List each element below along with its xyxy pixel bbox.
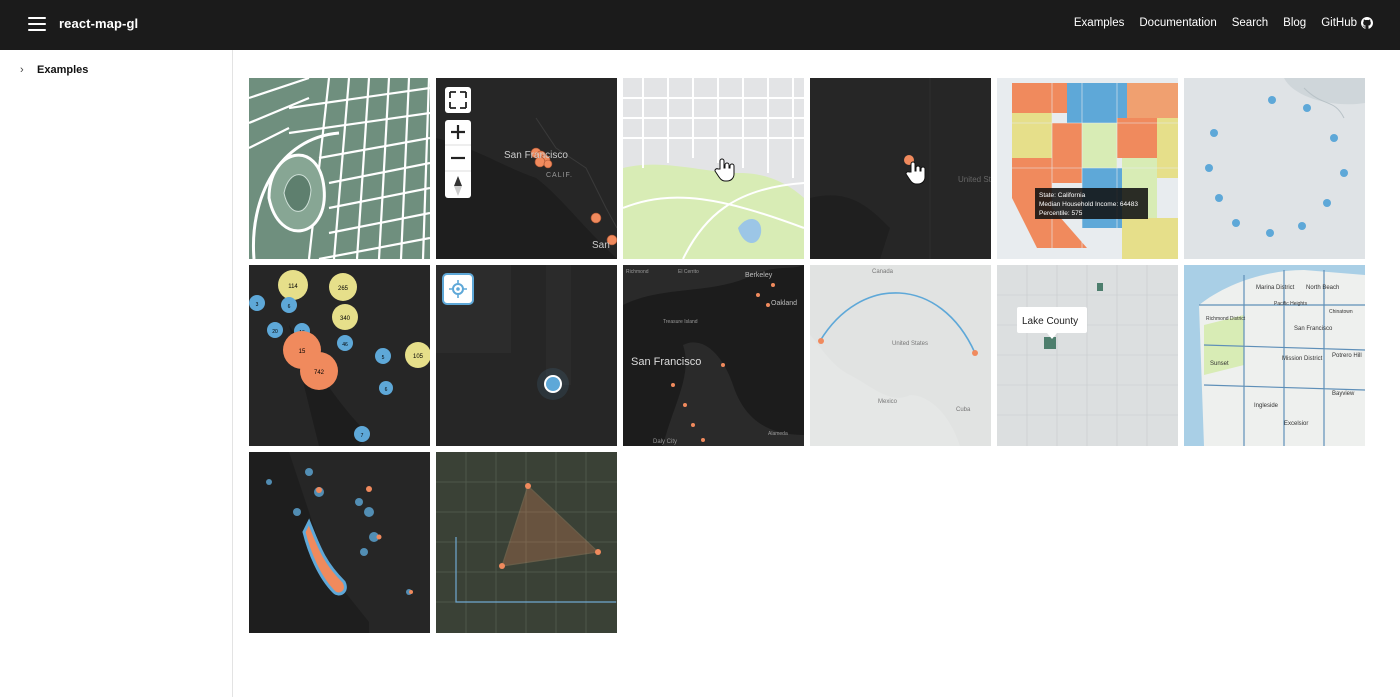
district-label: Chinatown — [1329, 309, 1353, 315]
district-label: Bayview — [1332, 391, 1355, 397]
country-label: United States — [958, 175, 991, 184]
district-label: Pacific Heights — [1274, 301, 1308, 307]
cluster-count: 105 — [413, 354, 424, 360]
nav-github[interactable]: GitHub — [1321, 17, 1373, 29]
top-navbar: react-map-gl Examples Documentation Sear… — [0, 0, 1400, 50]
example-tile-draw-polygon[interactable] — [436, 452, 617, 633]
arc-thumbnail: Canada United States Mexico Cuba — [810, 265, 991, 446]
draggable-marker-thumbnail: United States — [810, 78, 991, 259]
nav-search[interactable]: Search — [1232, 17, 1268, 29]
tooltip-income: Median Household Income: 64483 — [1039, 201, 1138, 208]
cluster-count: 6 — [288, 304, 291, 310]
animation-thumbnail — [1184, 78, 1365, 259]
district-label: Marina District — [1256, 285, 1295, 291]
github-icon — [1361, 17, 1373, 29]
hamburger-menu-icon[interactable] — [28, 16, 46, 32]
cluster-count: 15 — [299, 349, 306, 355]
city-partial-label: San — [592, 240, 610, 251]
example-tile-controls[interactable]: San Francisco CALIF. San — [436, 78, 617, 259]
clusters-thumbnail: 114 265 340 3 6 20 16 15 46 742 5 105 6 … — [249, 265, 430, 446]
tooltip-state: State: California — [1039, 192, 1086, 199]
example-tile-sf-map[interactable]: Marina District North Beach San Francisc… — [1184, 265, 1365, 446]
place-label: Treasure Island — [663, 319, 698, 325]
cluster-count: 7 — [361, 433, 364, 439]
chevron-right-icon: › — [20, 64, 24, 76]
nav-examples[interactable]: Examples — [1074, 17, 1125, 29]
cluster-count: 46 — [342, 342, 348, 348]
example-tile-animation[interactable] — [1184, 78, 1365, 259]
city-label: San Francisco — [504, 150, 568, 161]
choropleth-thumbnail: State: California Median Household Incom… — [997, 78, 1178, 259]
example-tile-choropleth[interactable]: State: California Median Household Incom… — [997, 78, 1178, 259]
example-tile-draggable-marker[interactable]: United States — [810, 78, 991, 259]
district-label: Sunset — [1210, 361, 1229, 367]
example-tile-geolocation[interactable] — [436, 265, 617, 446]
example-tile-filter[interactable]: Lake County — [997, 265, 1178, 446]
state-label: CALIF. — [546, 172, 573, 179]
brand-title[interactable]: react-map-gl — [59, 16, 138, 31]
district-label: San Francisco — [1294, 326, 1333, 332]
filter-thumbnail: Lake County — [997, 265, 1178, 446]
district-label: Ingleside — [1254, 403, 1279, 409]
country-label: Canada — [872, 269, 894, 275]
controls-thumbnail: San Francisco CALIF. San — [436, 78, 617, 259]
nav-github-label: GitHub — [1321, 17, 1357, 29]
district-label: Mission District — [1282, 356, 1323, 362]
cluster-count: 742 — [314, 370, 325, 376]
nav-documentation[interactable]: Documentation — [1139, 17, 1216, 29]
cluster-count: 5 — [382, 355, 385, 361]
example-tile-street-map[interactable] — [249, 78, 430, 259]
cluster-count: 3 — [256, 302, 259, 308]
country-label: Cuba — [956, 407, 971, 413]
nav-blog[interactable]: Blog — [1283, 17, 1306, 29]
sidebar-item-examples[interactable]: › Examples — [20, 64, 88, 76]
example-tile-arc[interactable]: Canada United States Mexico Cuba — [810, 265, 991, 446]
example-tile-interaction[interactable] — [623, 78, 804, 259]
city-label: San Francisco — [631, 356, 701, 368]
district-label: Excelsior — [1284, 421, 1308, 427]
interaction-thumbnail — [623, 78, 804, 259]
tooltip-percentile: Percentile: 575 — [1039, 210, 1083, 217]
place-label: Oakland — [771, 300, 797, 307]
place-label: Richmond — [626, 269, 649, 275]
country-label: Mexico — [878, 399, 898, 405]
place-label: Daly City — [653, 439, 677, 445]
place-label: El Cerrito — [678, 269, 699, 275]
popup-label: Lake County — [1022, 316, 1078, 327]
heatmap-thumbnail — [249, 452, 430, 633]
cluster-count: 265 — [338, 286, 349, 292]
example-tile-dark-map[interactable]: San Francisco Berkeley Oakland Daly City… — [623, 265, 804, 446]
sidebar-item-label: Examples — [37, 64, 89, 76]
place-label: Berkeley — [745, 272, 773, 279]
sidebar: › Examples — [0, 50, 233, 697]
place-label: Alameda — [768, 431, 788, 437]
nav-links: Examples Documentation Search Blog GitHu… — [1059, 17, 1373, 29]
cluster-count: 114 — [288, 284, 298, 290]
cluster-count: 6 — [385, 387, 388, 393]
dark-map-thumbnail: San Francisco Berkeley Oakland Daly City… — [623, 265, 804, 446]
district-label: Potrero Hill — [1332, 353, 1362, 359]
geolocation-thumbnail — [436, 265, 617, 446]
example-tile-clusters[interactable]: 114 265 340 3 6 20 16 15 46 742 5 105 6 … — [249, 265, 430, 446]
sf-map-thumbnail: Marina District North Beach San Francisc… — [1184, 265, 1365, 446]
example-tile-heatmap[interactable] — [249, 452, 430, 633]
street-map-thumbnail — [249, 78, 430, 259]
country-label: United States — [892, 341, 928, 347]
district-label: North Beach — [1306, 285, 1339, 291]
district-label: Richmond District — [1206, 316, 1246, 322]
cluster-count: 20 — [272, 329, 278, 335]
cluster-count: 340 — [340, 316, 351, 322]
draw-polygon-thumbnail — [436, 452, 617, 633]
